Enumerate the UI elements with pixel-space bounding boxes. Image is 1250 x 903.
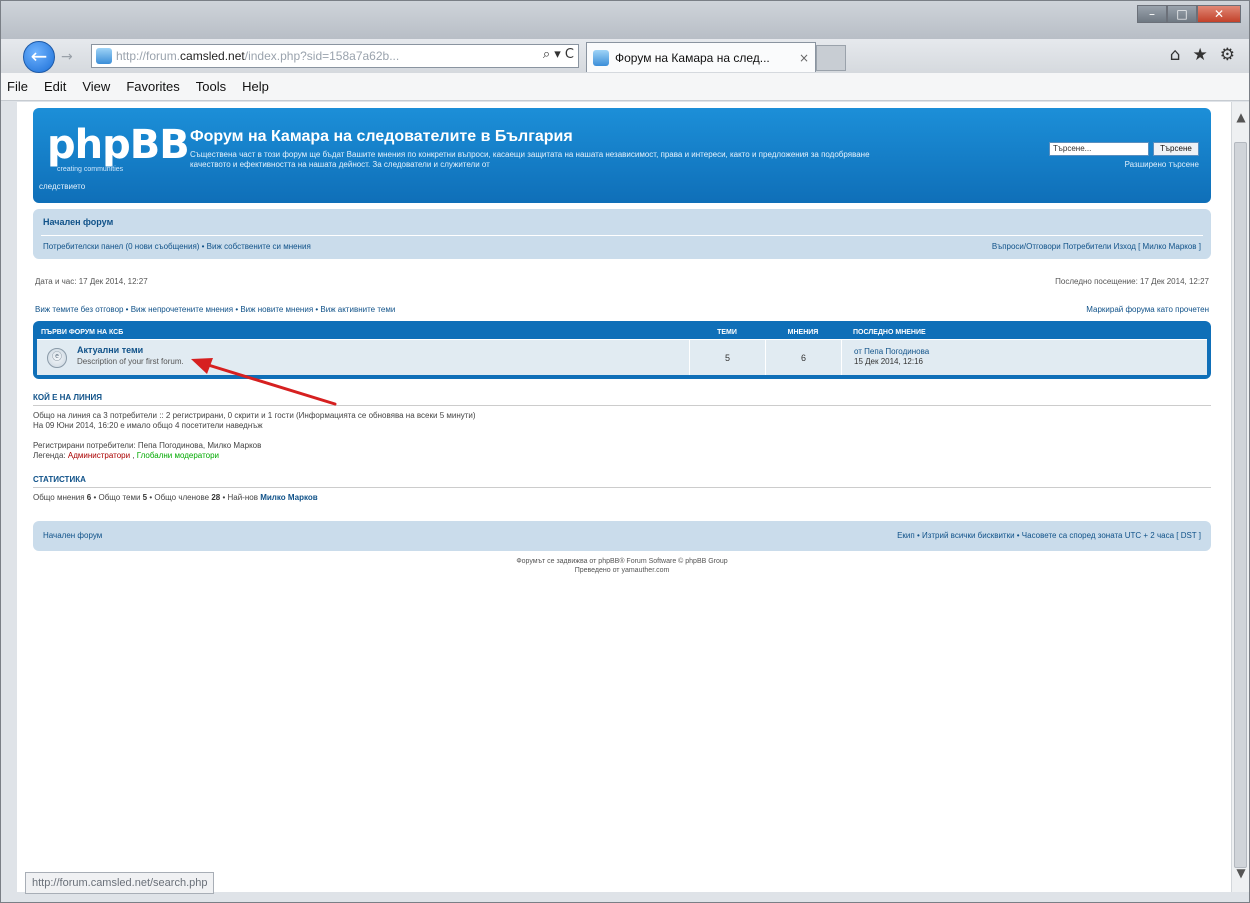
search-input[interactable]: Търсене...	[1049, 142, 1149, 156]
legend-admin-link[interactable]: Администратори	[68, 451, 130, 460]
footer-home-link[interactable]: Начален форум	[43, 531, 102, 540]
close-button[interactable]: ✕	[1197, 5, 1241, 23]
last-post-author-link[interactable]: от Пепа Погодинова	[854, 347, 929, 357]
forum-page: phpBB creating communities Форум на Кама…	[33, 108, 1211, 575]
footer-navbar: Начален форум Екип • Изтрий всички бискв…	[33, 521, 1211, 551]
forum-navbar: Начален форум Потребителски панел (0 нов…	[33, 209, 1211, 259]
forum-row: ⓔ Актуални теми Description of your firs…	[37, 339, 1207, 375]
stats-members: 28	[211, 493, 221, 502]
legend-label: Легенда:	[33, 451, 68, 460]
page-viewport: phpBB creating communities Форум на Кама…	[17, 102, 1231, 892]
topic-search-links[interactable]: Виж темите без отговор • Виж непрочетени…	[35, 305, 395, 314]
forum-read-icon: ⓔ	[47, 348, 67, 368]
online-legend: Легенда: Администратори , Глобални модер…	[33, 451, 1211, 461]
menu-help[interactable]: Help	[242, 79, 269, 94]
forum-last-post: от Пепа Погодинова 15 Дек 2014, 12:16	[841, 340, 929, 375]
back-button[interactable]: ←	[23, 41, 55, 73]
phpbb-logo[interactable]: phpBB	[47, 122, 190, 168]
home-icon[interactable]: ⌂	[1170, 45, 1181, 65]
statistics-line: Общо мнения 6 • Общо теми 5 • Общо члено…	[33, 493, 1211, 503]
legend-mod-link[interactable]: Глобални модератори	[137, 451, 219, 460]
copyright: Форумът се задвижва от phpBB® Forum Soft…	[33, 557, 1211, 575]
header-forum-category[interactable]: Първи форум на КСБ	[37, 329, 689, 336]
address-url[interactable]: http://forum.camsled.net/index.php?sid=1…	[116, 49, 496, 63]
statistics-section: Статистика Общо мнения 6 • Общо теми 5 •…	[33, 475, 1211, 503]
online-line-1: Общо на линия са 3 потребители :: 2 реги…	[33, 411, 476, 420]
scrollbar-thumb[interactable]	[1234, 142, 1247, 868]
mark-read-link[interactable]: Маркирай форума като прочетен	[1086, 305, 1209, 314]
online-line-2: На 09 Юни 2014, 16:20 е имало общо 4 пос…	[33, 421, 263, 430]
stats-prefix-newest: • Най-нов	[220, 493, 261, 502]
favorites-star-icon[interactable]: ★	[1193, 45, 1208, 65]
forum-posts-count: 6	[765, 340, 841, 375]
title-bar: – □ ✕	[1, 1, 1249, 39]
site-title: Форум на Камара на следователите в Бълга…	[190, 128, 573, 145]
forum-description: Description of your first forum.	[77, 357, 184, 366]
tab-forum[interactable]: Форум на Камара на след... ×	[586, 42, 816, 72]
stats-prefix-topics: • Общо теми	[91, 493, 143, 502]
menu-tools[interactable]: Tools	[196, 79, 226, 94]
new-tab-button[interactable]	[816, 45, 846, 71]
forum-name-link[interactable]: Актуални теми	[77, 345, 143, 355]
address-bar[interactable]: http://forum.camsled.net/index.php?sid=1…	[91, 44, 579, 68]
menu-bar: File Edit View Favorites Tools Help	[1, 73, 1249, 101]
minimize-button[interactable]: –	[1137, 5, 1167, 23]
online-summary: Общо на линия са 3 потребители :: 2 реги…	[33, 411, 1211, 461]
site-description-tail: следствието	[39, 182, 86, 191]
who-is-online-title: Кой е на линия	[33, 393, 1211, 406]
advanced-search-link[interactable]: Разширено търсене	[1125, 160, 1199, 169]
forum-list-header: Първи форум на КСБ Теми Мнения Последно …	[37, 325, 1207, 339]
header-topics: Теми	[717, 328, 737, 336]
forum-topics-count: 5	[689, 340, 765, 375]
stats-prefix-posts: Общо мнения	[33, 493, 87, 502]
header-posts: Мнения	[787, 328, 819, 336]
online-gap	[33, 431, 1211, 441]
navbar-divider	[41, 235, 1203, 236]
forum-header: phpBB creating communities Форум на Кама…	[33, 108, 1211, 203]
browser-right-icons: ⌂ ★ ⚙	[1170, 45, 1235, 65]
site-favicon-icon	[96, 48, 112, 64]
menu-edit[interactable]: Edit	[44, 79, 66, 94]
statistics-title: Статистика	[33, 475, 1211, 488]
tab-favicon-icon	[593, 49, 609, 66]
stats-newest-member-link[interactable]: Милко Марков	[260, 493, 317, 502]
forum-row-title-cell: ⓔ Актуални теми Description of your firs…	[37, 340, 689, 375]
menu-favorites[interactable]: Favorites	[126, 79, 179, 94]
site-description: Съществена част в този форум ще бъдат Ва…	[190, 150, 870, 169]
status-bar-url: http://forum.camsled.net/search.php	[25, 872, 215, 894]
footer-links[interactable]: Екип • Изтрий всички бисквитки • Часовет…	[897, 531, 1201, 540]
menu-file[interactable]: File	[7, 79, 28, 94]
last-post-date: 15 Дек 2014, 12:16	[854, 357, 923, 366]
scroll-up-icon[interactable]: ▲	[1232, 110, 1250, 128]
who-is-online-section: Кой е на линия Общо на линия са 3 потреб…	[33, 393, 1211, 461]
scroll-down-icon[interactable]: ▼	[1232, 866, 1250, 884]
copyright-line-1: Форумът се задвижва от phpBB® Forum Soft…	[516, 558, 728, 565]
header-last-post: Последно мнение	[853, 328, 926, 336]
tab-title: Форум на Камара на след...	[615, 50, 770, 65]
forum-list: Първи форум на КСБ Теми Мнения Последно …	[33, 321, 1211, 379]
maximize-button[interactable]: □	[1167, 5, 1197, 23]
forward-button[interactable]: →	[61, 49, 77, 65]
faq-members-logout-links[interactable]: Въпроси/Отговори Потребители Изход [ Мил…	[992, 242, 1201, 251]
logo-tagline: creating communities	[57, 166, 124, 173]
last-visit: Последно посещение: 17 Дек 2014, 12:27	[1055, 277, 1209, 286]
search-links: Виж темите без отговор • Виж непрочетени…	[33, 299, 1211, 321]
stats-prefix-members: • Общо членове	[147, 493, 212, 502]
browser-nav-row: ← → http://forum.camsled.net/index.php?s…	[1, 39, 1249, 73]
window-controls: – □ ✕	[1137, 5, 1241, 23]
address-tools-icons[interactable]: ⌕ ▾ C	[543, 47, 574, 62]
vertical-scrollbar[interactable]: ▲ ▼	[1231, 102, 1249, 892]
browser-window: – □ ✕ ← → http://forum.camsled.net/index…	[0, 0, 1250, 903]
online-registered: Регистрирани потребители: Пепа Погодинов…	[33, 441, 262, 450]
user-panel-links[interactable]: Потребителски панел (0 нови съобщения) •…	[43, 242, 311, 251]
time-info: Дата и час: 17 Дек 2014, 12:27 Последно …	[33, 269, 1211, 291]
breadcrumb-home[interactable]: Начален форум	[43, 217, 113, 227]
current-time: Дата и час: 17 Дек 2014, 12:27	[35, 277, 148, 286]
tools-gear-icon[interactable]: ⚙	[1220, 45, 1235, 65]
copyright-line-2: Преведено от yamauther.com	[574, 567, 670, 574]
menu-view[interactable]: View	[82, 79, 110, 94]
tab-close-icon[interactable]: ×	[799, 51, 809, 65]
search-button[interactable]: Търсене	[1153, 142, 1199, 156]
